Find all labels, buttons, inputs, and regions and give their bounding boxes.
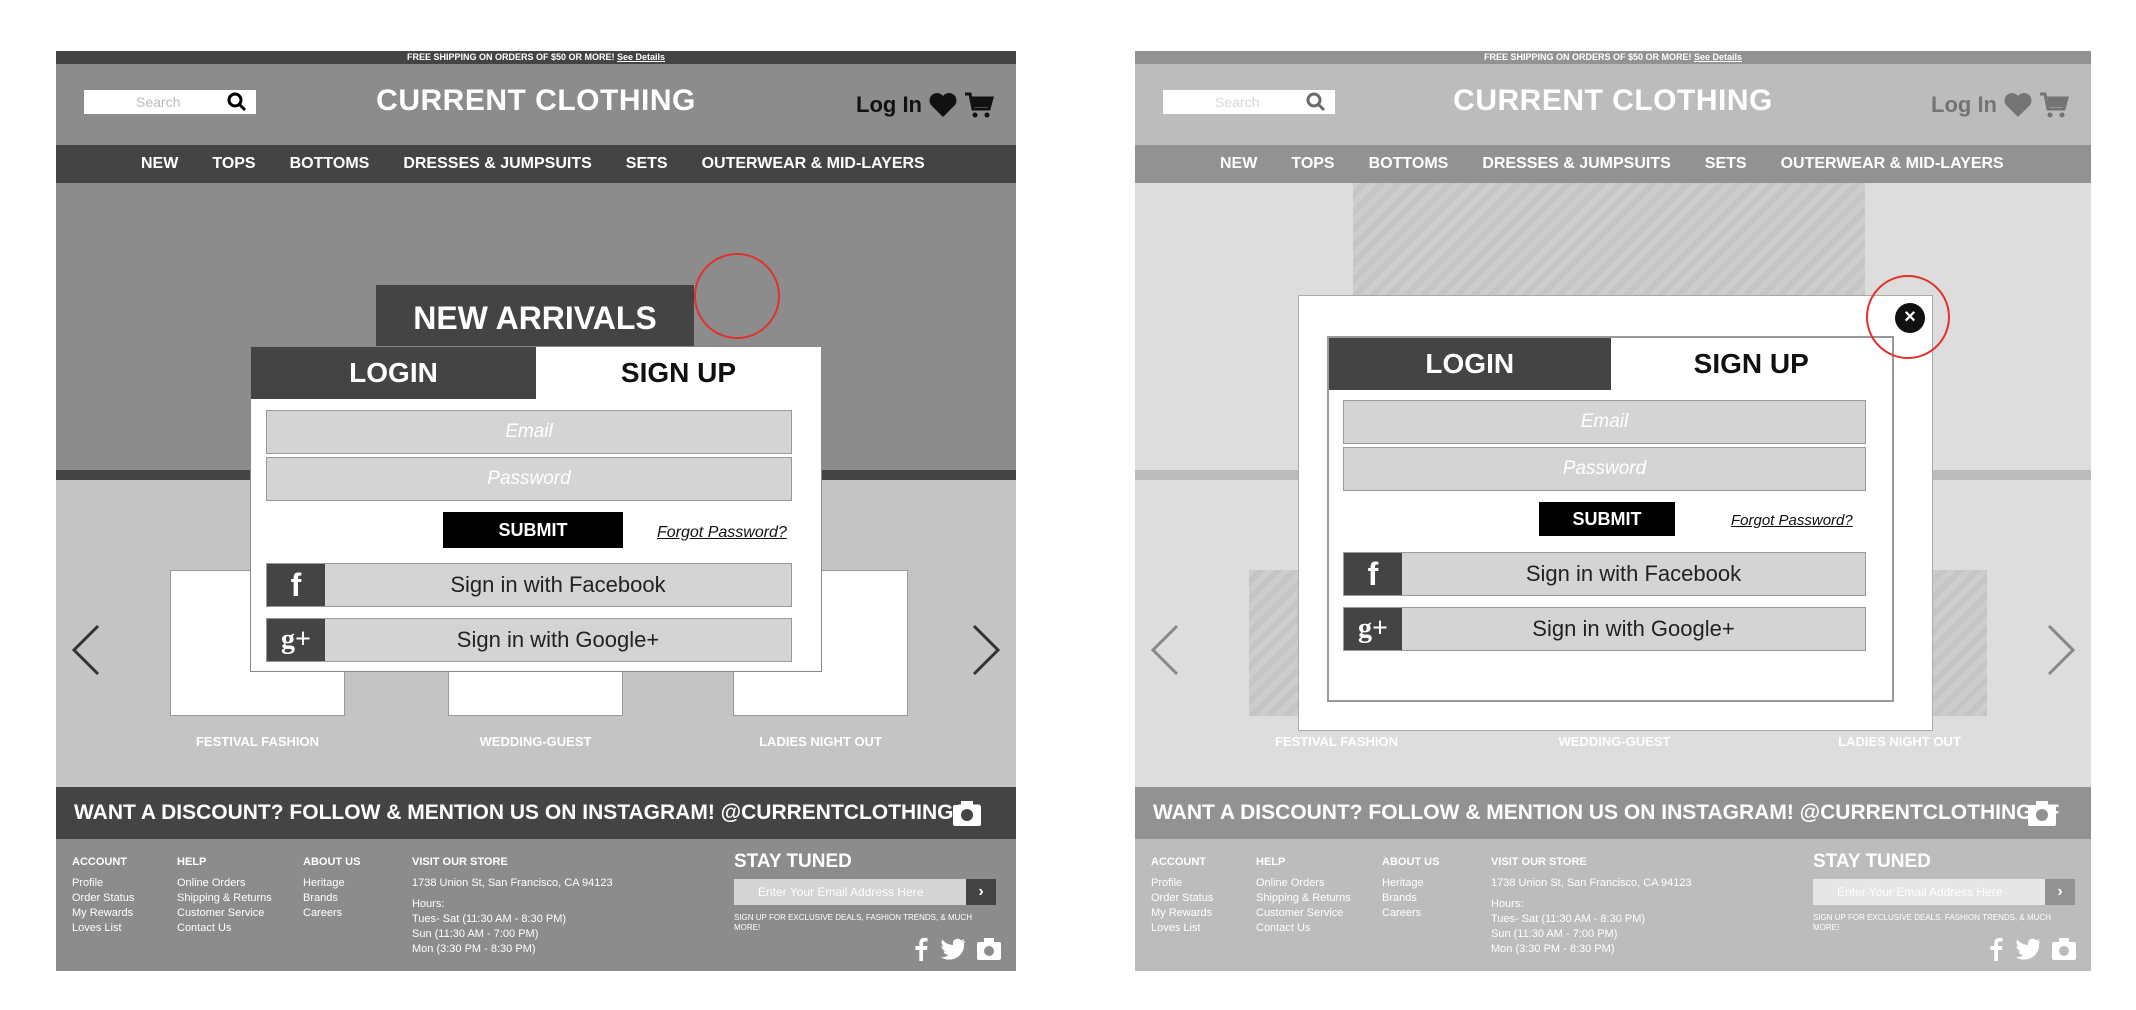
google-signin-button[interactable]: g+ Sign in with Google+ <box>266 618 792 662</box>
twitter-icon[interactable] <box>938 938 966 960</box>
footer-link[interactable]: Online Orders <box>177 876 272 891</box>
cart-icon[interactable] <box>964 91 994 119</box>
footer-link[interactable]: Careers <box>303 906 360 921</box>
submit-button[interactable]: SUBMIT <box>443 512 623 548</box>
password-field[interactable]: Password <box>1343 447 1866 491</box>
nav-dresses[interactable]: DRESSES & JUMPSUITS <box>403 155 591 173</box>
category-label: WEDDING-GUEST <box>479 734 592 749</box>
chevron-right-icon[interactable] <box>966 620 1006 680</box>
category-label: FESTIVAL FASHION <box>195 734 320 749</box>
newsletter-note: SIGN UP FOR EXCLUSIVE DEALS, FASHION TRE… <box>734 913 972 932</box>
social-links <box>914 937 1002 961</box>
camera-icon[interactable] <box>952 799 982 827</box>
facebook-icon: f <box>267 564 325 606</box>
login-dialog: LOGIN SIGN UP Email Password SUBMIT Forg… <box>1298 295 1933 731</box>
hours-label: Hours: <box>412 898 445 910</box>
footer-link[interactable]: Shipping & Returns <box>177 891 272 906</box>
google-plus-icon: g+ <box>1344 608 1402 650</box>
camera-icon[interactable] <box>976 937 1002 961</box>
login-panel: LOGIN SIGN UP Email Password SUBMIT Forg… <box>1327 336 1894 702</box>
newsletter-submit-button[interactable]: › <box>966 879 996 905</box>
store-address: 1738 Union St, San Francisco, CA 94123 <box>412 877 613 889</box>
category-label: LADIES NIGHT OUT <box>759 734 882 749</box>
footer-heading: ABOUT US <box>303 856 361 868</box>
main-nav: NEW TOPS BOTTOMS DRESSES & JUMPSUITS SET… <box>56 145 1016 183</box>
login-link[interactable]: Log In <box>856 92 922 118</box>
annotation-circle <box>694 253 780 339</box>
tab-login[interactable]: LOGIN <box>251 347 536 399</box>
hours-line: Sun (11:30 AM - 7:00 PM) <box>412 928 539 940</box>
mockup-before: FREE SHIPPING ON ORDERS OF $50 OR MORE! … <box>56 51 1016 971</box>
shipping-banner: FREE SHIPPING ON ORDERS OF $50 OR MORE! … <box>56 51 1016 64</box>
facebook-signin-button[interactable]: f Sign in with Facebook <box>1343 552 1866 596</box>
footer-heading: VISIT OUR STORE <box>412 856 508 868</box>
footer-link[interactable]: Loves List <box>72 921 134 936</box>
tab-signup[interactable]: SIGN UP <box>1610 338 1892 390</box>
password-field[interactable]: Password <box>266 457 792 501</box>
facebook-icon: f <box>1344 553 1402 595</box>
login-modal: LOGIN SIGN UP Email Password SUBMIT Forg… <box>250 346 822 672</box>
footer-heading: HELP <box>177 856 207 868</box>
newsletter-title: STAY TUNED <box>734 851 852 872</box>
footer-about: ABOUT US Heritage Brands Careers <box>303 855 360 921</box>
facebook-signin-label: Sign in with Facebook <box>1525 561 1742 586</box>
footer-heading: ACCOUNT <box>72 856 127 868</box>
footer-store: VISIT OUR STORE 1738 Union St, San Franc… <box>412 855 613 957</box>
see-details-link[interactable]: See Details <box>617 52 665 62</box>
newsletter-email-input[interactable]: Enter Your Email Address Here <box>734 879 966 905</box>
tab-login[interactable]: LOGIN <box>1329 338 1611 390</box>
hours-line: Tues- Sat (11:30 AM - 8:30 PM) <box>412 913 567 925</box>
facebook-signin-button[interactable]: f Sign in with Facebook <box>266 563 792 607</box>
footer-link[interactable]: Profile <box>72 876 134 891</box>
footer-link[interactable]: Contact Us <box>177 921 272 936</box>
footer-link[interactable]: Heritage <box>303 876 360 891</box>
nav-sets[interactable]: SETS <box>626 155 668 173</box>
footer-account: ACCOUNT Profile Order Status My Rewards … <box>72 855 134 936</box>
google-signin-label: Sign in with Google+ <box>456 627 660 652</box>
header-actions: Log In <box>856 89 994 121</box>
footer-link[interactable]: Customer Service <box>177 906 272 921</box>
facebook-signin-label: Sign in with Facebook <box>450 572 666 597</box>
mockup-after: FREE SHIPPING ON ORDERS OF $50 OR MORE! … <box>1135 51 2091 971</box>
submit-button[interactable]: SUBMIT <box>1539 502 1675 536</box>
site-footer: ACCOUNT Profile Order Status My Rewards … <box>56 839 1016 971</box>
heart-icon[interactable] <box>928 92 958 118</box>
site-header: Search CURRENT CLOTHING Log In <box>56 64 1016 145</box>
facebook-icon[interactable] <box>914 937 928 961</box>
forgot-password-link[interactable]: Forgot Password? <box>657 524 787 542</box>
annotation-circle <box>1866 275 1950 359</box>
google-signin-label: Sign in with Google+ <box>1532 616 1735 641</box>
footer-link[interactable]: My Rewards <box>72 906 134 921</box>
modal-tabs: LOGIN SIGN UP <box>251 347 821 399</box>
chevron-left-icon[interactable] <box>66 620 106 680</box>
google-plus-icon: g+ <box>267 619 325 661</box>
nav-outerwear[interactable]: OUTERWEAR & MID-LAYERS <box>702 155 925 173</box>
instagram-banner: WANT A DISCOUNT? FOLLOW & MENTION US ON … <box>56 787 1016 839</box>
footer-link[interactable]: Order Status <box>72 891 134 906</box>
nav-tops[interactable]: TOPS <box>212 155 255 173</box>
tab-signup[interactable]: SIGN UP <box>536 347 821 399</box>
email-field[interactable]: Email <box>1343 400 1866 444</box>
newsletter: STAY TUNED Enter Your Email Address Here… <box>734 851 1004 933</box>
nav-bottoms[interactable]: BOTTOMS <box>290 155 370 173</box>
instagram-text: WANT A DISCOUNT? FOLLOW & MENTION US ON … <box>74 801 981 824</box>
modal-tabs: LOGIN SIGN UP <box>1329 338 1892 390</box>
hours-line: Mon (3:30 PM - 8:30 PM) <box>412 943 536 955</box>
google-signin-button[interactable]: g+ Sign in with Google+ <box>1343 607 1866 651</box>
footer-link[interactable]: Brands <box>303 891 360 906</box>
new-arrivals-banner[interactable]: NEW ARRIVALS <box>376 285 694 351</box>
nav-new[interactable]: NEW <box>141 155 178 173</box>
forgot-password-link[interactable]: Forgot Password? <box>1731 512 1853 529</box>
footer-help: HELP Online Orders Shipping & Returns Cu… <box>177 855 272 936</box>
shipping-text: FREE SHIPPING ON ORDERS OF $50 OR MORE! <box>406 52 615 62</box>
email-field[interactable]: Email <box>266 410 792 454</box>
